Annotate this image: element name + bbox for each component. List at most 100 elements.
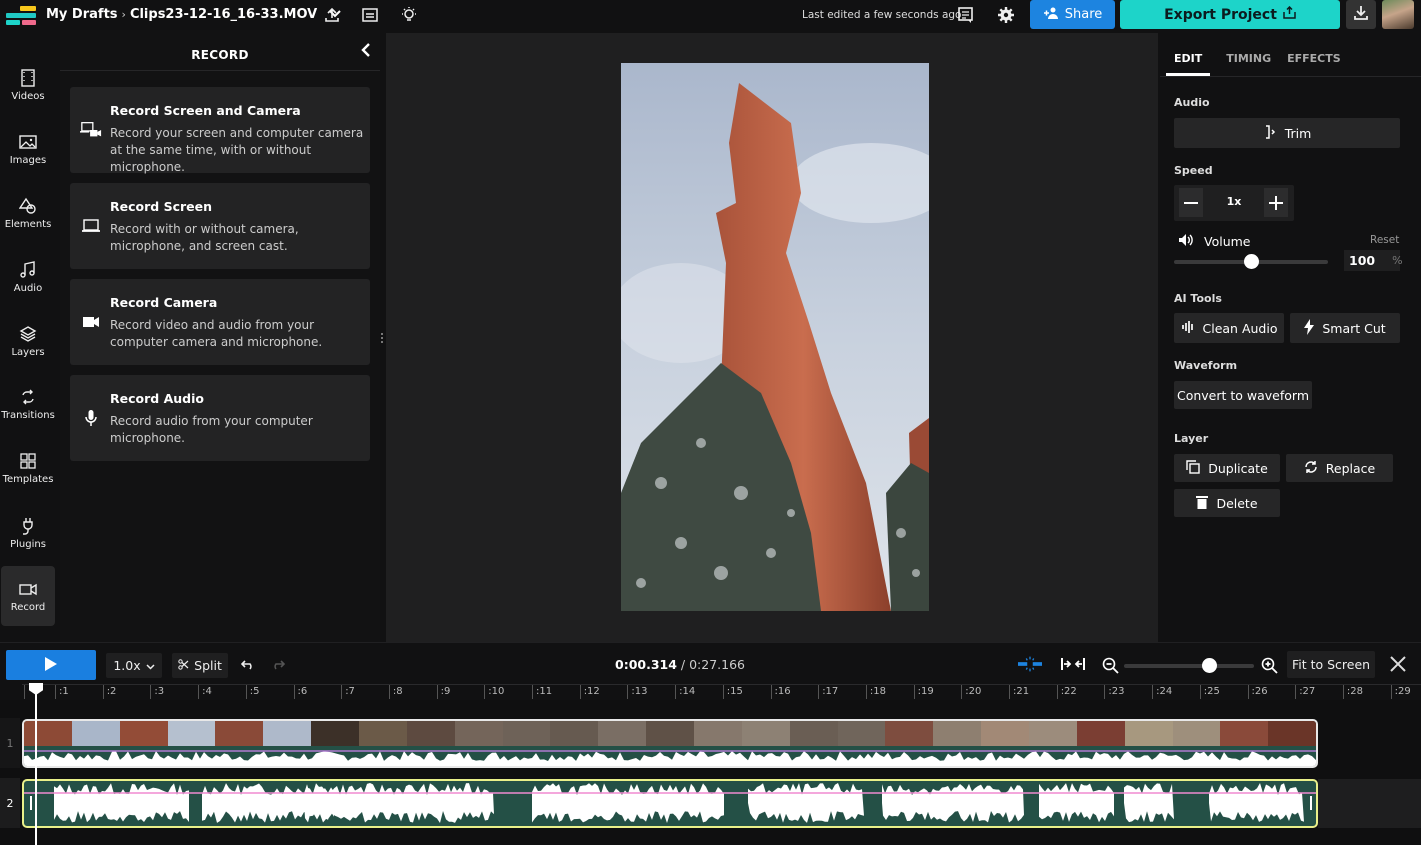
collapse-panel-chevron-left-icon[interactable] <box>361 42 371 63</box>
sidebar-item-elements[interactable]: Elements <box>0 183 56 243</box>
track-label-1: 1 <box>0 718 20 768</box>
comments-icon[interactable] <box>956 5 976 25</box>
smart-cut-button[interactable]: Smart Cut <box>1290 313 1400 343</box>
sidebar-item-templates[interactable]: Templates <box>0 438 56 498</box>
clip-thumbnail-frame <box>885 721 934 746</box>
snap-toggle-icon[interactable] <box>1018 654 1042 674</box>
playhead-line[interactable] <box>35 684 37 845</box>
close-timeline-icon[interactable] <box>1388 654 1408 674</box>
panel-resize-handle[interactable] <box>381 333 384 345</box>
ruler-tick: :7 <box>341 685 355 699</box>
ai-tools-section-label: AI Tools <box>1174 292 1222 305</box>
speed-stepper: 1x <box>1174 185 1294 221</box>
subtitles-icon[interactable] <box>360 5 380 25</box>
sidebar-item-audio[interactable]: Audio <box>0 247 56 307</box>
fit-clips-icon[interactable] <box>1060 654 1086 674</box>
track-2-background <box>1318 779 1421 828</box>
sidebar-item-record[interactable]: Record <box>1 566 55 626</box>
clip-thumbnail-frame <box>167 721 216 746</box>
sidebar-label: Audio <box>13 282 43 294</box>
video-camera-icon <box>80 313 102 331</box>
clean-audio-label: Clean Audio <box>1202 320 1278 336</box>
record-screen-and-camera-option[interactable]: Record Screen and Camera Record your scr… <box>70 87 370 174</box>
speed-increase-button[interactable] <box>1264 188 1288 217</box>
breadcrumb-my-drafts[interactable]: My Drafts <box>46 7 118 22</box>
option-title: Record Audio <box>110 391 204 406</box>
convert-to-waveform-button[interactable]: Convert to waveform <box>1174 381 1312 409</box>
volume-reset-link[interactable]: Reset <box>1370 234 1399 246</box>
delete-button[interactable]: Delete <box>1174 489 1280 517</box>
user-avatar[interactable] <box>1382 0 1414 29</box>
timeline-toolbar: 1.0x Split 0:00.314 / 0:27.166 Fit to Sc… <box>0 642 1421 684</box>
ruler-tick: :23 <box>1104 685 1124 699</box>
trim-button[interactable]: Trim <box>1174 118 1400 148</box>
play-icon <box>45 656 57 675</box>
volume-slider[interactable] <box>1174 254 1328 269</box>
smart-cut-label: Smart Cut <box>1322 320 1386 336</box>
tab-timing[interactable]: TIMING <box>1226 52 1271 76</box>
app-logo[interactable] <box>6 6 36 26</box>
play-button[interactable] <box>6 650 96 680</box>
ruler-tick: :14 <box>675 685 695 699</box>
export-label: Export Project <box>1164 6 1277 23</box>
image-icon <box>19 134 37 149</box>
speed-decrease-button[interactable] <box>1179 188 1203 217</box>
shapes-icon <box>19 197 36 214</box>
record-screen-option[interactable]: Record Screen Record with or without cam… <box>70 183 370 269</box>
timeline-ruler[interactable]: :1:2:3:4:5:6:7:8:9:10:11:12:13:14:15:16:… <box>22 684 1421 700</box>
option-title: Record Screen <box>110 199 212 214</box>
clean-audio-button[interactable]: Clean Audio <box>1174 313 1284 343</box>
video-clip[interactable] <box>22 719 1318 768</box>
waveform-segment <box>304 783 494 823</box>
sidebar-item-layers[interactable]: Layers <box>0 311 56 371</box>
fit-to-screen-button[interactable]: Fit to Screen <box>1287 651 1375 678</box>
share-button[interactable]: Share <box>1030 0 1115 29</box>
record-audio-option[interactable]: Record Audio Record audio from your comp… <box>70 375 370 461</box>
waveform-segment <box>882 783 1024 823</box>
project-file-name[interactable]: Clips23-12-16_16-33.MOV <box>130 7 317 22</box>
video-clip-waveform <box>24 750 1316 766</box>
undo-icon[interactable] <box>238 655 258 675</box>
replace-button[interactable]: Replace <box>1286 454 1393 482</box>
sidebar-item-plugins[interactable]: Plugins <box>0 503 56 563</box>
divider <box>60 70 380 71</box>
upload-icon[interactable] <box>322 5 342 25</box>
audio-clip[interactable] <box>22 779 1318 828</box>
fit-to-screen-label: Fit to Screen <box>1291 657 1371 672</box>
sidebar-item-images[interactable]: Images <box>0 119 56 179</box>
lightbulb-icon[interactable] <box>399 5 419 25</box>
sidebar-item-transitions[interactable]: Transitions <box>0 374 56 434</box>
clip-thumbnail-frame <box>502 721 551 746</box>
top-bar: My Drafts › Clips23-12-16_16-33.MOV Last… <box>0 0 1421 30</box>
sidebar-label: Layers <box>11 346 45 358</box>
playback-speed-value: 1.0x <box>113 658 141 673</box>
playback-speed-dropdown[interactable]: 1.0x <box>106 653 162 678</box>
record-camera-option[interactable]: Record Camera Record video and audio fro… <box>70 279 370 365</box>
plug-icon <box>23 517 33 535</box>
download-button[interactable] <box>1346 0 1376 29</box>
clip-thumbnail-frame <box>694 721 742 746</box>
trim-handle-start[interactable] <box>30 796 32 810</box>
redo-icon[interactable] <box>268 655 288 675</box>
duplicate-button[interactable]: Duplicate <box>1174 454 1280 482</box>
ruler-tick: :8 <box>388 685 403 699</box>
video-preview[interactable] <box>621 63 929 611</box>
sidebar-item-videos[interactable]: Videos <box>0 55 56 115</box>
timeline-zoom-slider[interactable] <box>1124 658 1254 673</box>
ruler-tick: :17 <box>818 685 838 699</box>
volume-slider-knob[interactable] <box>1244 254 1259 269</box>
export-project-button[interactable]: Export Project <box>1120 0 1340 29</box>
ruler-tick: :10 <box>484 685 504 699</box>
trim-handle-end[interactable] <box>1310 796 1312 810</box>
zoom-slider-knob[interactable] <box>1201 658 1217 673</box>
split-button[interactable]: Split <box>172 653 228 678</box>
gear-icon[interactable] <box>996 5 1016 25</box>
volume-input[interactable]: 100 % <box>1344 250 1403 271</box>
zoom-out-icon[interactable] <box>1100 655 1120 675</box>
clip-thumbnail-frame <box>263 721 312 746</box>
trim-label: Trim <box>1284 125 1312 141</box>
tab-effects[interactable]: EFFECTS <box>1287 52 1341 76</box>
zoom-in-icon[interactable] <box>1259 655 1279 675</box>
waveform-segment <box>54 783 189 823</box>
tab-edit[interactable]: EDIT <box>1166 52 1211 76</box>
